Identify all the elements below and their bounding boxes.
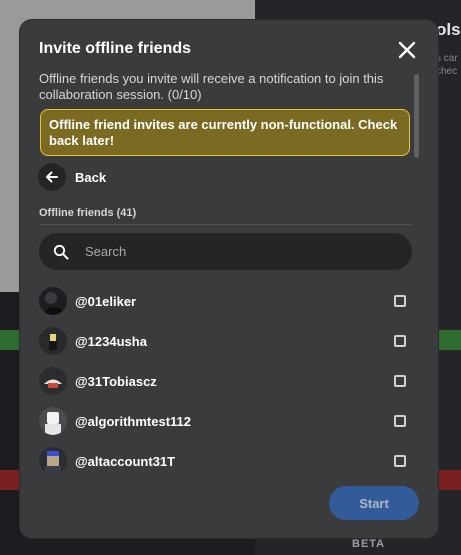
friend-checkbox[interactable]: [394, 415, 406, 427]
friend-row[interactable]: @algorithmtest112: [39, 401, 412, 441]
start-button[interactable]: Start: [329, 486, 419, 520]
beta-label: BETA: [352, 538, 386, 550]
offline-friends-count: Offline friends (41): [39, 207, 137, 219]
avatar-icon: [39, 287, 67, 315]
friend-checkbox[interactable]: [394, 335, 406, 347]
search-icon: [53, 244, 69, 259]
background-decor: [438, 470, 461, 490]
back-label: Back: [75, 169, 107, 185]
background-decor: [0, 470, 20, 490]
avatar-icon: [39, 407, 67, 435]
friend-list: @01eliker @1234usha @31Tobiascz @algorit…: [39, 281, 412, 481]
friend-name: @altaccount31T: [75, 453, 176, 469]
avatar-icon: [39, 327, 67, 355]
friend-row[interactable]: @01eliker: [39, 281, 412, 321]
warning-banner: Offline friend invites are currently non…: [40, 109, 410, 156]
friend-name: @01eliker: [75, 293, 137, 309]
friend-name: @algorithmtest112: [75, 413, 191, 429]
background-text-fragment: s car chec: [436, 53, 458, 77]
close-icon: [398, 41, 416, 59]
friend-row[interactable]: @1234usha: [39, 321, 412, 361]
friend-name: @31Tobiascz: [75, 373, 157, 389]
avatar-icon: [39, 367, 67, 395]
background-decor: [0, 330, 20, 350]
friend-row[interactable]: @altaccount31T: [39, 441, 412, 481]
avatar-icon: [39, 447, 67, 475]
dialog-description: Offline friends you invite will receive …: [39, 71, 384, 102]
friend-checkbox[interactable]: [394, 455, 406, 467]
close-button[interactable]: [396, 39, 418, 61]
friend-checkbox[interactable]: [394, 295, 406, 307]
search-input[interactable]: [83, 243, 367, 260]
search-bar[interactable]: [39, 233, 412, 270]
friend-name: @1234usha: [75, 333, 147, 349]
back-button[interactable]: Back: [38, 163, 106, 191]
invite-offline-friends-dialog: Invite offline friends Offline friends y…: [20, 20, 438, 538]
dialog-title: Invite offline friends: [39, 40, 192, 57]
background-title-fragment: ols: [436, 20, 461, 39]
scrollbar[interactable]: [414, 74, 419, 158]
friend-checkbox[interactable]: [394, 375, 406, 387]
back-arrow-icon: [38, 163, 66, 191]
divider: [39, 224, 412, 225]
friend-row[interactable]: @31Tobiascz: [39, 361, 412, 401]
background-decor: [438, 330, 461, 350]
